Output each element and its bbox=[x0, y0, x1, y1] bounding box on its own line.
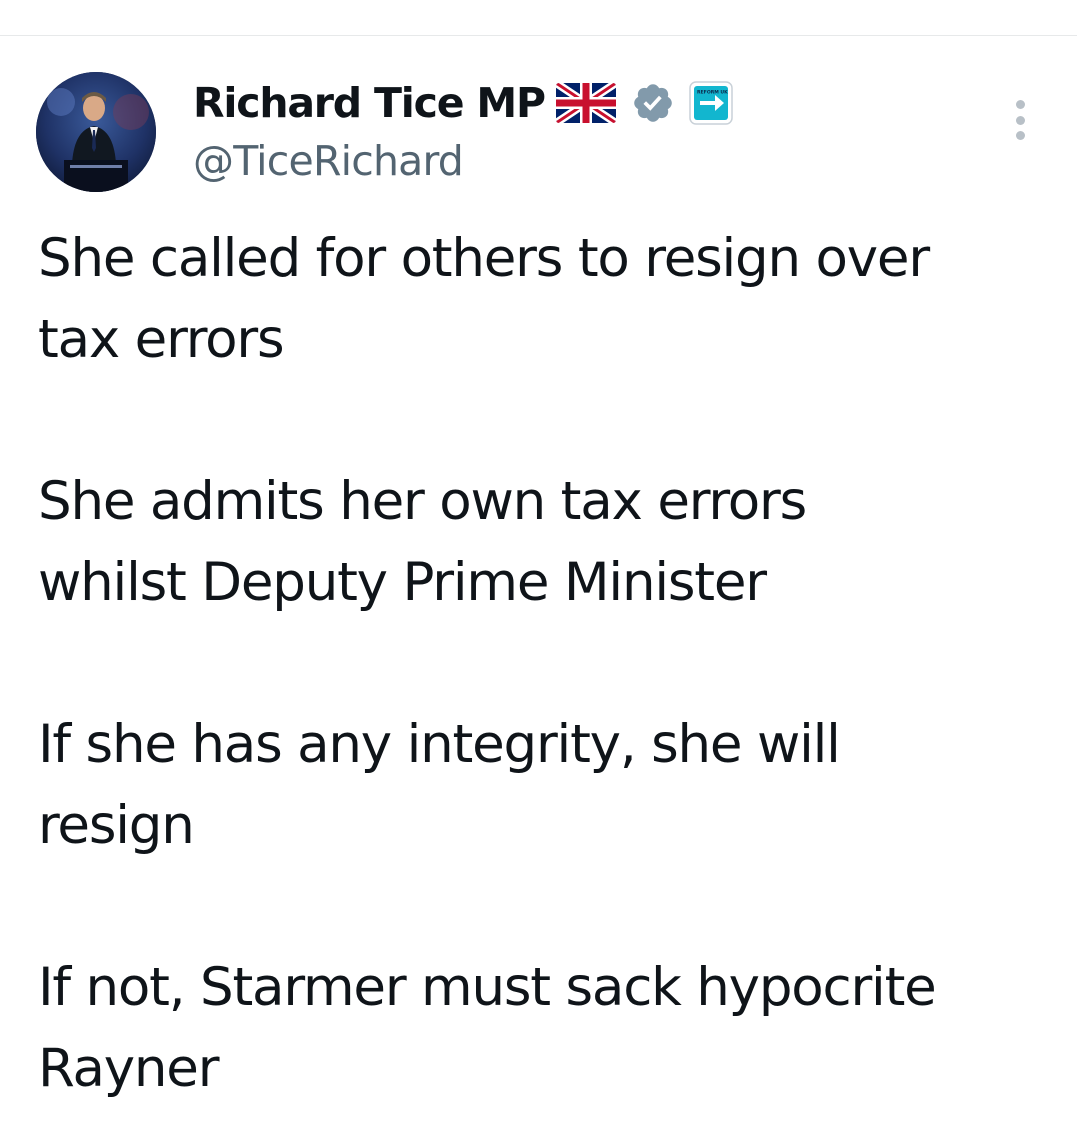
tweet-line: If she has any integrity, she will bbox=[38, 714, 841, 775]
tweet-line: She admits her own tax errors bbox=[38, 471, 807, 532]
tweet-paragraph: If not, Starmer must sack hypocrite Rayn… bbox=[38, 947, 1048, 1109]
tweet-line: resign bbox=[38, 795, 195, 856]
avatar[interactable] bbox=[36, 72, 156, 192]
more-options-icon-dot bbox=[1015, 115, 1025, 125]
tweet-line: Rayner bbox=[38, 1038, 219, 1099]
tweet-text: She called for others to resign over tax… bbox=[38, 218, 1048, 1109]
reform-uk-affiliate-icon[interactable]: REFORM UK bbox=[689, 81, 733, 125]
more-options-button[interactable] bbox=[1006, 96, 1034, 144]
author-handle[interactable]: @TiceRichard bbox=[193, 137, 464, 185]
more-options-icon-dot bbox=[1015, 131, 1025, 140]
tweet-line: If not, Starmer must sack hypocrite bbox=[38, 957, 937, 1018]
verified-icon[interactable] bbox=[631, 81, 675, 125]
affiliate-text: REFORM UK bbox=[697, 90, 728, 96]
author-name-row: Richard Tice MP REFORM UK bbox=[193, 76, 733, 130]
tweet-line: tax errors bbox=[38, 309, 285, 370]
tweet-paragraph: She admits her own tax errors whilst Dep… bbox=[38, 461, 1048, 623]
avatar-photo bbox=[36, 72, 156, 192]
tweet-paragraph: If she has any integrity, she will resig… bbox=[38, 704, 1048, 866]
uk-flag-icon bbox=[555, 83, 617, 123]
tweet-paragraph: She called for others to resign over tax… bbox=[38, 218, 1048, 380]
display-name[interactable]: Richard Tice MP bbox=[193, 79, 546, 127]
more-options-icon bbox=[1015, 100, 1025, 109]
top-divider bbox=[0, 35, 1077, 36]
tweet-line: She called for others to resign over bbox=[38, 228, 930, 289]
tweet-line: whilst Deputy Prime Minister bbox=[38, 552, 767, 613]
